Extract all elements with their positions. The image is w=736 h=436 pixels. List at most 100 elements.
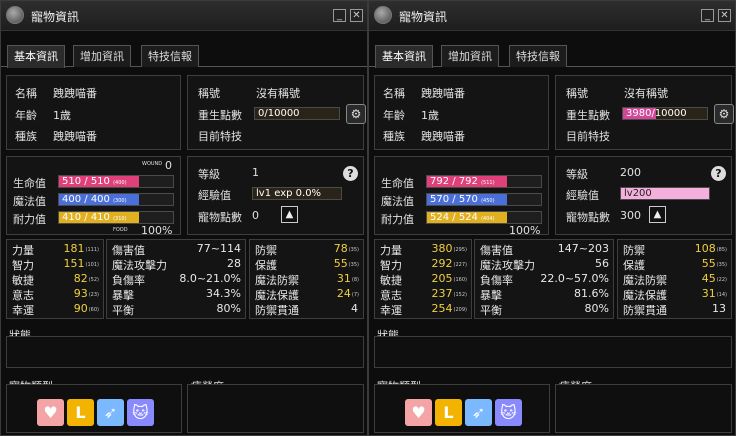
help-icon[interactable]: ? bbox=[343, 166, 358, 181]
stat-base-value: (23) bbox=[88, 292, 99, 298]
stat-row: 傷害值 147~203 bbox=[475, 242, 613, 257]
stat-value: 31 bbox=[701, 287, 716, 300]
stat-label: 負傷率 bbox=[112, 274, 145, 287]
stat-label: 防禦 bbox=[623, 244, 645, 257]
defense-stats-panel: 防禦 108(85) 保護 55(35) 魔法防禦 45(22) 魔法保護 31(14) 防禦貫… bbox=[617, 239, 732, 319]
stat-row: 魔法保護 24(7) bbox=[250, 287, 363, 302]
minimize-button[interactable]: _ bbox=[333, 9, 346, 22]
defense-stats-panel: 防禦 78(35) 保護 55(35) 魔法防禦 31(8) 魔法保護 24(7) 防禦貫通 4 bbox=[249, 239, 364, 319]
rebirth-label: 重生點數 bbox=[198, 109, 242, 122]
stat-base-value: (295) bbox=[453, 247, 467, 253]
stat-label: 魔法攻擊力 bbox=[480, 259, 535, 272]
title-bar[interactable]: 寵物資訊 _ ✕ bbox=[1, 1, 367, 31]
close-button[interactable]: ✕ bbox=[718, 9, 731, 22]
stat-label: 傷害值 bbox=[480, 244, 513, 257]
stat-row: 力量 380(295) bbox=[375, 242, 471, 257]
combat-stats-panel: 傷害值 77~114 魔法攻擊力 28 負傷率 8.0~21.0% 暴擊 34.3% 平衡 80% bbox=[106, 239, 246, 319]
stat-value-group: 8.0~21.0% bbox=[179, 272, 241, 285]
stat-label: 幸運 bbox=[12, 304, 34, 317]
stat-base-value: (35) bbox=[348, 247, 359, 253]
hp-bar: 792 / 792 (511) bbox=[426, 175, 542, 188]
sp-bar: 524 / 524 (404) bbox=[426, 211, 542, 224]
upgrade-arrow-icon[interactable]: ▲ bbox=[281, 206, 298, 223]
sp-label: 耐力值 bbox=[13, 213, 46, 226]
stat-row: 魔法保護 31(14) bbox=[618, 287, 731, 302]
stat-value-group: 34.3% bbox=[206, 287, 241, 300]
rebirth-settings-icon[interactable]: ⚙ bbox=[714, 104, 734, 124]
minimize-button[interactable]: _ bbox=[701, 9, 714, 22]
mp-label: 魔法值 bbox=[381, 195, 414, 208]
stat-label: 防禦貫通 bbox=[255, 304, 299, 317]
rebirth-bar: 0/10000 bbox=[254, 107, 340, 120]
cat-icon: 🐱 bbox=[495, 399, 522, 426]
stat-row: 敏捷 205(160) bbox=[375, 272, 471, 287]
stat-value: 254 bbox=[431, 302, 453, 315]
stat-value-group: 13 bbox=[712, 302, 727, 315]
level-label: 等級 bbox=[198, 168, 220, 181]
rebirth-settings-icon[interactable]: ⚙ bbox=[346, 104, 366, 124]
stat-value: 13 bbox=[712, 302, 726, 315]
name-label: 名稱 bbox=[15, 87, 37, 100]
stat-row: 智力 292(227) bbox=[375, 257, 471, 272]
stat-value: 78 bbox=[333, 242, 348, 255]
pet-points-value: 0 bbox=[252, 209, 259, 222]
wound-label: WOUND bbox=[142, 161, 163, 167]
stat-row: 幸運 254(209) bbox=[375, 302, 471, 317]
stat-label: 意志 bbox=[12, 289, 34, 302]
stat-label: 魔法防禦 bbox=[623, 274, 667, 287]
base-stats-panel: 力量 181(111) 智力 151(101) 敏捷 82(52) 意志 93(23) 幸運 90… bbox=[6, 239, 104, 319]
close-button[interactable]: ✕ bbox=[350, 9, 363, 22]
help-icon[interactable]: ? bbox=[711, 166, 726, 181]
stat-value: 108 bbox=[694, 242, 716, 255]
title-label: 稱號 bbox=[566, 87, 588, 100]
stat-row: 意志 237(152) bbox=[375, 287, 471, 302]
exp-label: 經驗值 bbox=[566, 189, 599, 202]
fatigue-panel bbox=[555, 384, 732, 433]
cat-icon: 🐱 bbox=[127, 399, 154, 426]
mp-label: 魔法值 bbox=[13, 195, 46, 208]
stat-value-group: 82(52) bbox=[74, 272, 99, 285]
stat-row: 魔法攻擊力 56 bbox=[475, 257, 613, 272]
stat-value: 147~203 bbox=[557, 242, 609, 255]
stat-row: 魔法防禦 45(22) bbox=[618, 272, 731, 287]
tab-skill-info[interactable]: 特技信報 bbox=[141, 45, 199, 67]
stat-row: 平衡 80% bbox=[475, 302, 613, 317]
tab-skill-info[interactable]: 特技信報 bbox=[509, 45, 567, 67]
tab-basic-info[interactable]: 基本資訊 bbox=[375, 45, 433, 68]
tab-additional-info[interactable]: 增加資訊 bbox=[441, 45, 499, 67]
vitals-panel: WOUND 0 生命值 510 / 510 (400) 魔法值 400 / 40… bbox=[6, 156, 181, 237]
stat-value: 80% bbox=[216, 302, 241, 315]
stat-base-value: (52) bbox=[88, 277, 99, 283]
stat-value: 55 bbox=[701, 257, 716, 270]
stat-row: 智力 151(101) bbox=[7, 257, 103, 272]
stat-value: 181 bbox=[63, 242, 85, 255]
stat-value: 237 bbox=[431, 287, 453, 300]
pet-info-icon bbox=[6, 6, 24, 24]
stat-label: 力量 bbox=[380, 244, 402, 257]
stat-label: 魔法保護 bbox=[623, 289, 667, 302]
info-panel: 名稱 跩跩喵番 年齡 1歲 種族 跩跩喵番 bbox=[6, 75, 181, 150]
combat-stats-panel: 傷害值 147~203 魔法攻擊力 56 負傷率 22.0~57.0% 暴擊 81.6% 平衡 8… bbox=[474, 239, 614, 319]
stat-value-group: 205(160) bbox=[432, 272, 467, 285]
stat-base-value: (227) bbox=[453, 262, 467, 268]
upgrade-arrow-icon[interactable]: ▲ bbox=[649, 206, 666, 223]
stat-value: 45 bbox=[701, 272, 716, 285]
age-label: 年齡 bbox=[383, 109, 405, 122]
stat-value-group: 22.0~57.0% bbox=[540, 272, 609, 285]
status-panel bbox=[374, 336, 732, 368]
stat-base-value: (101) bbox=[85, 262, 99, 268]
stat-row: 防禦貫通 13 bbox=[618, 302, 731, 317]
title-bar[interactable]: 寵物資訊 _ ✕ bbox=[369, 1, 735, 31]
stat-value-group: 108(85) bbox=[695, 242, 727, 255]
tab-additional-info[interactable]: 增加資訊 bbox=[73, 45, 131, 67]
wing-icon: ➶ bbox=[465, 399, 492, 426]
stat-label: 魔法攻擊力 bbox=[112, 259, 167, 272]
tab-basic-info[interactable]: 基本資訊 bbox=[7, 45, 65, 68]
race-label: 種族 bbox=[15, 130, 37, 143]
rebirth-bar: 3980/10000 bbox=[622, 107, 708, 120]
stat-label: 防禦 bbox=[255, 244, 277, 257]
sp-bar: 410 / 410 (310) bbox=[58, 211, 174, 224]
stat-value: 55 bbox=[333, 257, 348, 270]
pet-points-label: 寵物點數 bbox=[566, 211, 610, 224]
stat-value: 24 bbox=[336, 287, 351, 300]
